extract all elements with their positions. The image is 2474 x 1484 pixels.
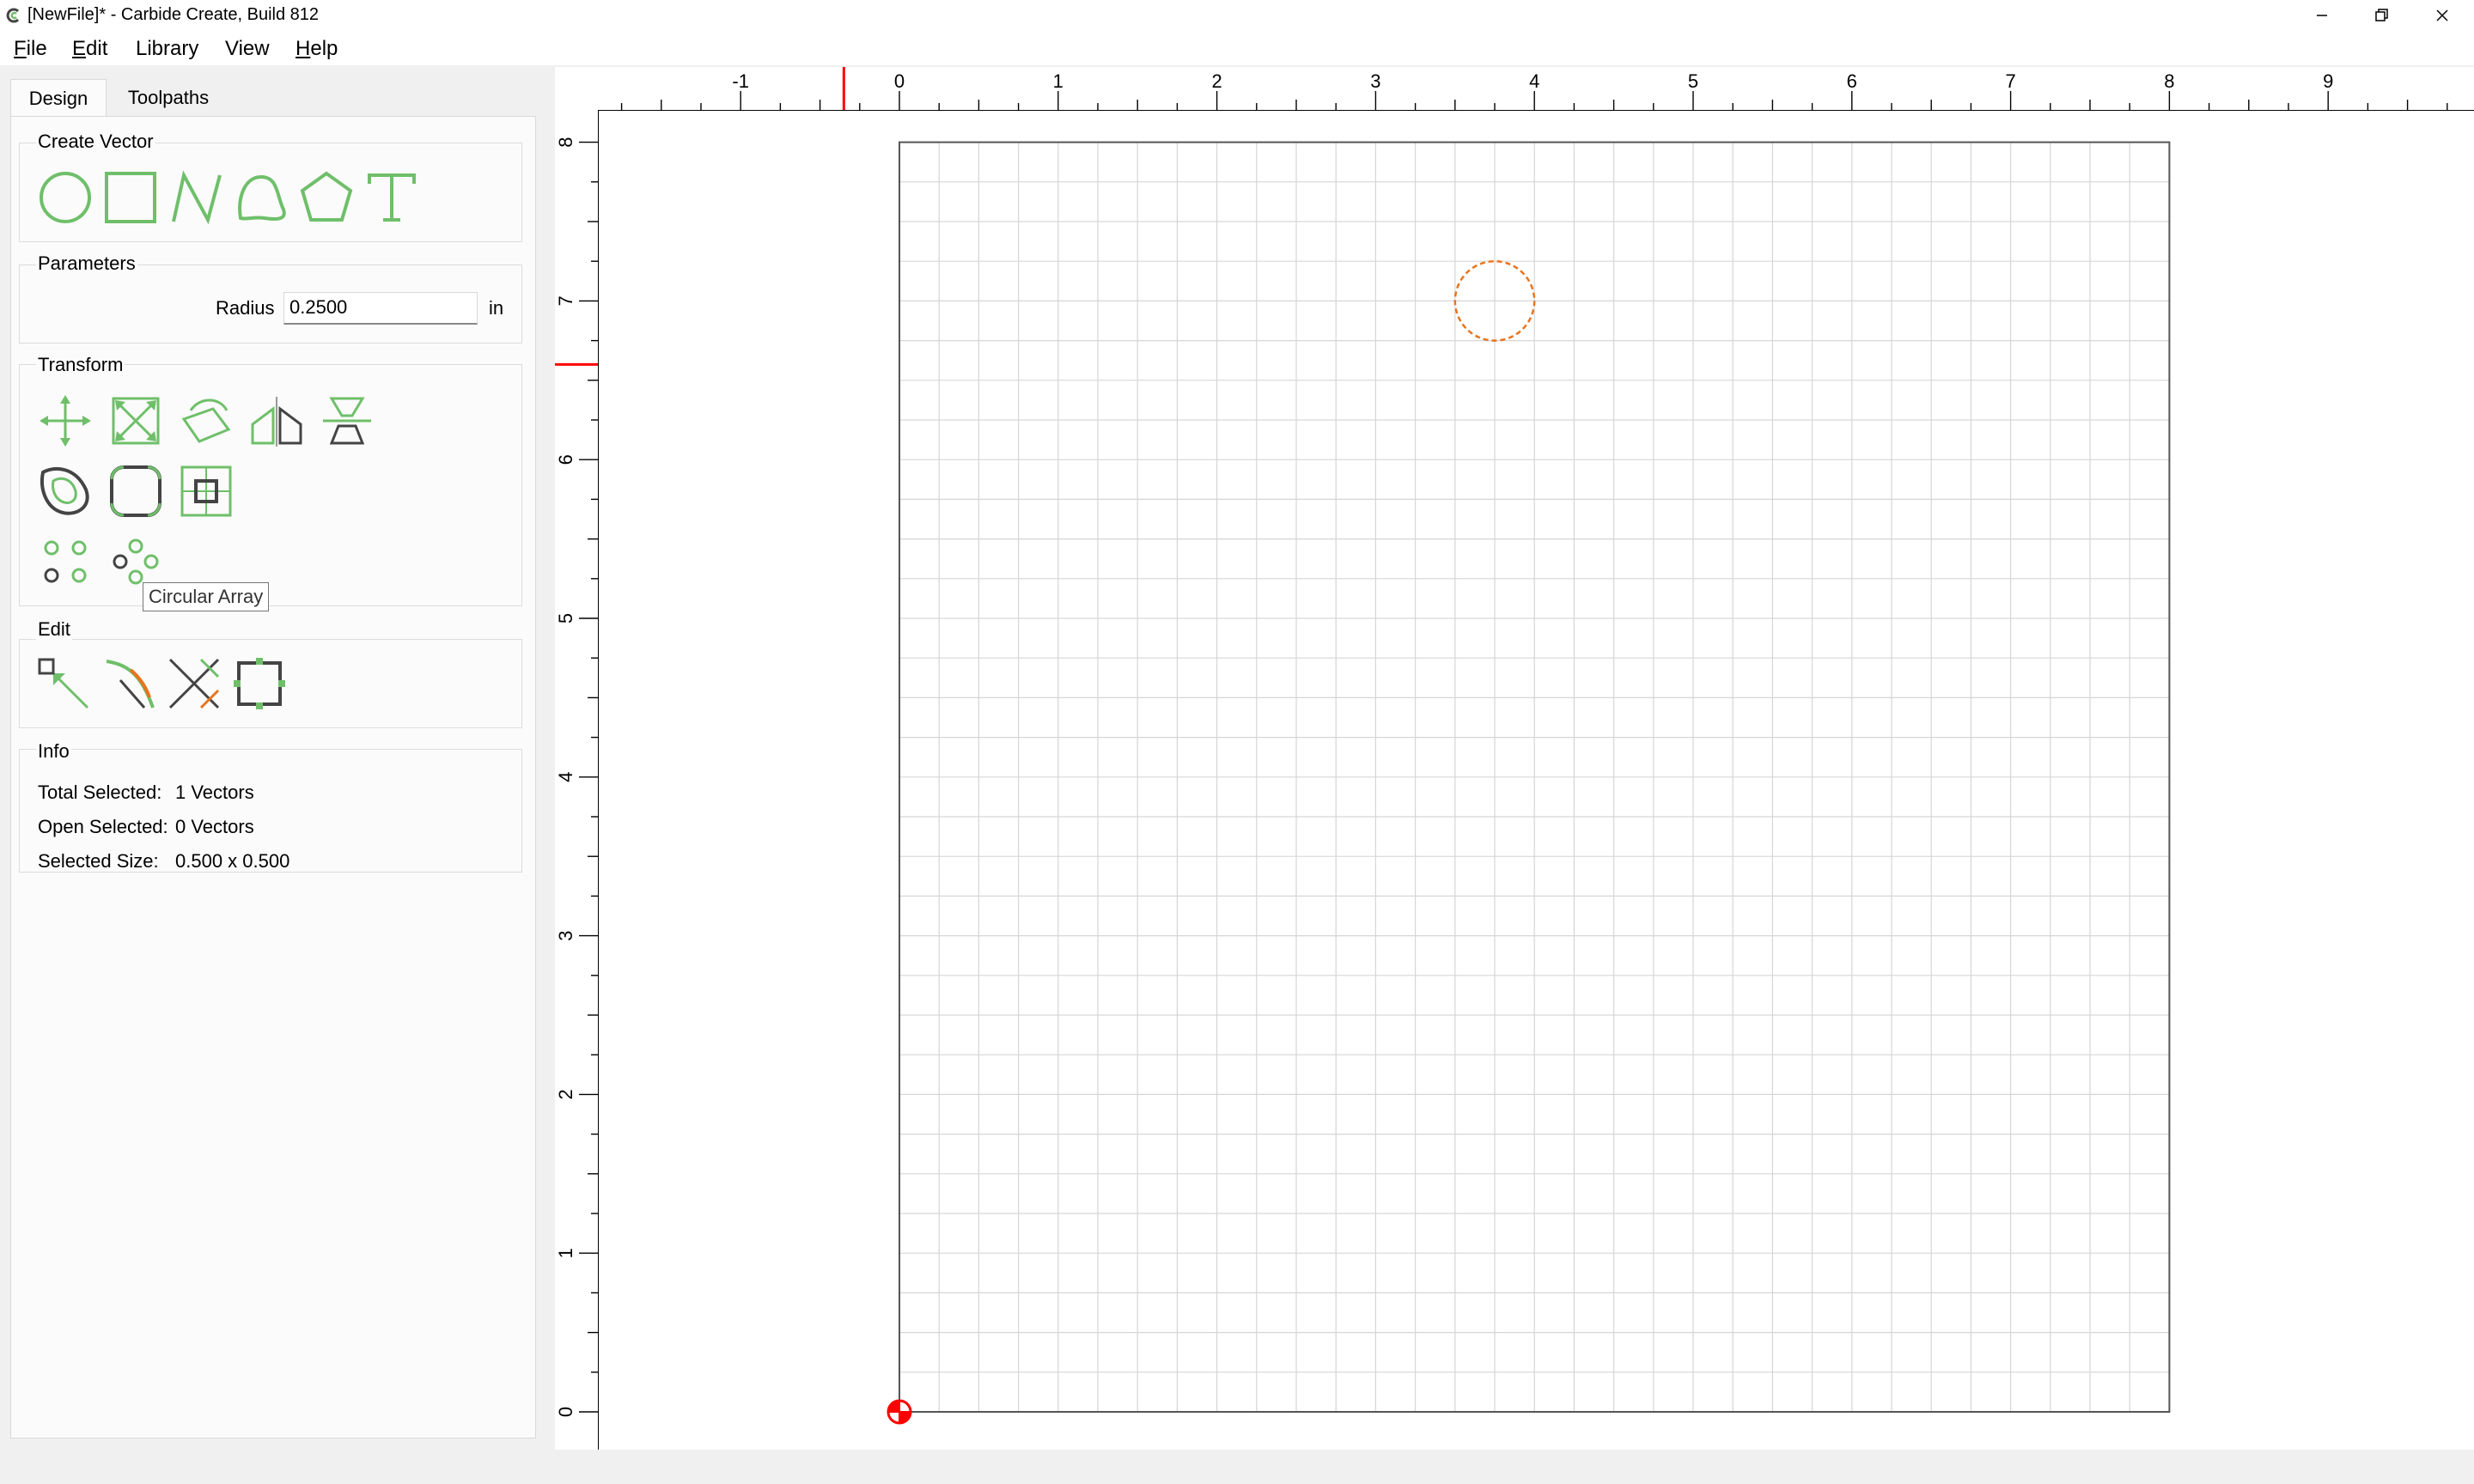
ruler-label-x: 2	[1211, 70, 1222, 92]
total-selected-value: 1 Vectors	[175, 782, 254, 803]
tab-toolpaths[interactable]: Toolpaths	[117, 79, 220, 117]
curve-icon	[238, 174, 286, 221]
radius-unit: in	[489, 297, 504, 319]
tab-design[interactable]: Design	[10, 79, 107, 118]
ruler-label-y: 0	[555, 1407, 576, 1417]
info-title: Info	[36, 740, 71, 763]
fillet-tool-button[interactable]	[105, 460, 167, 522]
transform-title: Transform	[36, 354, 125, 376]
mirror-tool-button[interactable]	[246, 390, 308, 452]
node-edit-tool-button[interactable]	[33, 653, 94, 715]
circular-array-tooltip: Circular Array	[143, 582, 270, 611]
offset-icon	[40, 466, 89, 515]
bounding-box-tool-button[interactable]	[229, 653, 290, 715]
circular-array-icon	[113, 538, 159, 585]
curve-tool-button[interactable]	[230, 167, 292, 228]
align-tool-button[interactable]	[316, 390, 378, 452]
trim-tool-button[interactable]	[98, 653, 160, 715]
offset-tool-button[interactable]	[34, 460, 96, 522]
rectangle-tool-button[interactable]	[100, 167, 161, 228]
rotate-icon	[181, 398, 231, 443]
horizontal-ruler: -1 0 1 2 3 4 5 6 7 8 9	[598, 67, 2474, 111]
ruler-label-y: 7	[555, 295, 576, 306]
minimize-icon	[2317, 15, 2327, 16]
boolean-icon	[168, 658, 220, 709]
rectangle-icon	[105, 172, 156, 223]
menu-edit[interactable]: Edit	[72, 37, 107, 61]
ruler-label-x: 3	[1370, 70, 1380, 92]
ruler-label-y: 4	[555, 772, 576, 782]
ruler-label-x: 1	[1053, 70, 1063, 92]
move-icon	[40, 395, 91, 447]
scale-tool-button[interactable]	[105, 390, 167, 452]
ruler-label-x: 0	[894, 70, 905, 92]
circle-tool-button[interactable]	[34, 167, 96, 228]
menu-library[interactable]: Library	[136, 37, 198, 61]
design-canvas[interactable]	[555, 67, 2474, 1450]
menu-view[interactable]: View	[225, 37, 270, 61]
menu-bar: File Edit Library View Help	[0, 31, 2474, 65]
ruler-label-x: 9	[2323, 70, 2333, 92]
polyline-icon	[172, 170, 222, 225]
text-tool-button[interactable]	[361, 167, 423, 228]
ruler-label-x: 8	[2164, 70, 2174, 92]
ruler-label-y: 8	[555, 137, 576, 147]
ruler-label-x: 5	[1688, 70, 1698, 92]
carbide-app-icon	[6, 8, 20, 23]
mirror-icon	[251, 397, 302, 447]
move-tool-button[interactable]	[34, 390, 96, 452]
menu-help[interactable]: Help	[296, 37, 338, 61]
circle-icon	[40, 172, 91, 223]
title-bar: [NewFile]* - Carbide Create, Build 812	[0, 0, 2474, 31]
close-icon	[2436, 9, 2448, 21]
ruler-label-x: -1	[732, 70, 749, 92]
bounding-box-icon	[234, 658, 285, 709]
rotate-tool-button[interactable]	[175, 390, 237, 452]
trim-icon	[106, 660, 155, 709]
ruler-corner	[555, 67, 599, 111]
canvas-drawing[interactable]	[555, 67, 2474, 1450]
selected-size-label: Selected Size:	[38, 850, 159, 872]
polygon-tool-button[interactable]	[296, 167, 357, 228]
radius-label: Radius	[216, 297, 275, 319]
grid-array-icon	[44, 540, 87, 583]
center-icon	[180, 465, 232, 517]
create-vector-title: Create Vector	[36, 131, 155, 153]
scale-icon	[112, 397, 160, 445]
ruler-label-y: 2	[555, 1089, 576, 1099]
node-edit-icon	[38, 658, 89, 709]
edit-title: Edit	[36, 618, 72, 641]
fillet-icon	[110, 465, 161, 517]
total-selected-label: Total Selected:	[38, 782, 162, 803]
minimize-button[interactable]	[2292, 0, 2352, 31]
open-selected-value: 0 Vectors	[175, 816, 254, 837]
selected-size-value: 0.500 x 0.500	[175, 850, 290, 872]
window-title: [NewFile]* - Carbide Create, Build 812	[27, 5, 320, 24]
restore-icon	[2375, 9, 2388, 21]
parameters-title: Parameters	[36, 252, 137, 275]
ruler-label-x: 6	[1847, 70, 1857, 92]
ruler-label-y: 5	[555, 613, 576, 623]
restore-button[interactable]	[2352, 0, 2412, 31]
text-icon	[368, 173, 416, 222]
vertical-ruler: 8 7 6 5 4 3 2 1 0	[555, 110, 599, 1450]
ruler-label-x: 4	[1529, 70, 1539, 92]
ruler-label-y: 3	[555, 930, 576, 940]
ruler-label-x: 7	[2005, 70, 2015, 92]
close-button[interactable]	[2412, 0, 2472, 31]
radius-input[interactable]: 0.2500	[283, 292, 478, 325]
boolean-tool-button[interactable]	[163, 653, 225, 715]
center-tool-button[interactable]	[175, 460, 237, 522]
polygon-icon	[300, 171, 353, 222]
ruler-label-y: 1	[555, 1248, 576, 1258]
menu-file[interactable]: File	[14, 37, 47, 61]
open-selected-label: Open Selected:	[38, 816, 168, 837]
polyline-tool-button[interactable]	[165, 167, 227, 228]
origin-marker	[887, 1399, 912, 1425]
ruler-label-y: 6	[555, 454, 576, 465]
grid-array-tool-button[interactable]	[34, 531, 96, 593]
align-icon	[323, 397, 371, 445]
